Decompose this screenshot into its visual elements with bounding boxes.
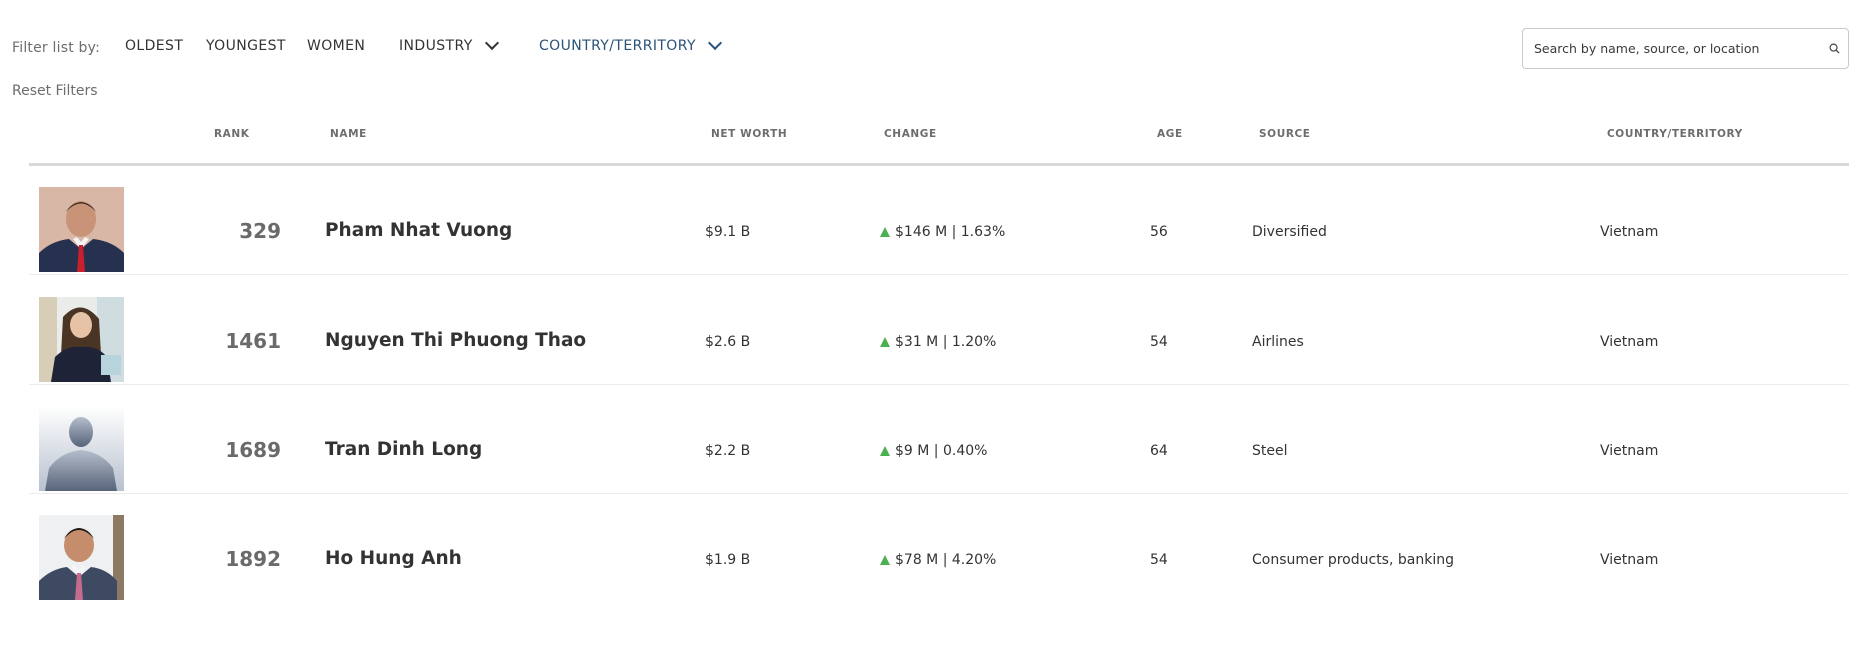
up-arrow-icon — [880, 555, 890, 565]
search-box — [1522, 28, 1849, 69]
reset-filters-link[interactable]: Reset Filters — [12, 83, 98, 99]
rank-value: 329 — [239, 219, 281, 243]
filter-industry-dropdown[interactable]: INDUSTRY — [399, 35, 499, 54]
up-arrow-icon — [880, 337, 890, 347]
silhouette-placeholder-icon — [39, 406, 124, 491]
search-input[interactable] — [1534, 29, 1824, 68]
table-row[interactable]: 1461 Nguyen Thi Phuong Thao $2.6 B $31 M… — [29, 276, 1849, 385]
filter-country-dropdown[interactable]: COUNTRY/TERRITORY — [539, 35, 722, 54]
change-value: $31 M | 1.20% — [880, 334, 996, 350]
person-photo-icon — [39, 297, 124, 382]
avatar[interactable] — [39, 297, 124, 382]
avatar[interactable] — [39, 515, 124, 600]
age-value: 54 — [1150, 334, 1168, 350]
filter-youngest-label: YOUNGEST — [206, 38, 286, 54]
source-value: Airlines — [1252, 334, 1304, 350]
age-value: 56 — [1150, 224, 1168, 240]
country-value: Vietnam — [1600, 334, 1659, 350]
filter-youngest-button[interactable]: YOUNGEST — [206, 38, 286, 54]
rank-value: 1689 — [225, 438, 281, 462]
source-value: Consumer products, banking — [1252, 552, 1454, 568]
chevron-down-icon — [707, 35, 722, 51]
avatar[interactable] — [39, 187, 124, 272]
filter-women-button[interactable]: WOMEN — [307, 38, 365, 54]
rank-value: 1892 — [225, 547, 281, 571]
change-value: $146 M | 1.63% — [880, 224, 1005, 240]
change-text: $146 M | 1.63% — [895, 224, 1006, 240]
chevron-down-icon — [484, 35, 499, 51]
source-value: Steel — [1252, 443, 1288, 459]
net-worth-value: $2.6 B — [705, 334, 751, 350]
table-header: RANK NAME NET WORTH CHANGE AGE SOURCE CO… — [0, 128, 1872, 144]
change-text: $31 M | 1.20% — [895, 334, 997, 350]
change-value: $9 M | 0.40% — [880, 443, 987, 459]
table-row[interactable]: 1689 Tran Dinh Long $2.2 B $9 M | 0.40% … — [29, 385, 1849, 494]
up-arrow-icon — [880, 227, 890, 237]
change-value: $78 M | 4.20% — [880, 552, 996, 568]
change-text: $78 M | 4.20% — [895, 552, 997, 568]
net-worth-value: $9.1 B — [705, 224, 751, 240]
net-worth-value: $1.9 B — [705, 552, 751, 568]
header-name[interactable]: NAME — [330, 128, 367, 140]
up-arrow-icon — [880, 446, 890, 456]
header-source[interactable]: SOURCE — [1259, 128, 1311, 140]
header-rank[interactable]: RANK — [214, 128, 250, 140]
table-row[interactable]: 1892 Ho Hung Anh $1.9 B $78 M | 4.20% 54… — [29, 494, 1849, 603]
person-name-link[interactable]: Ho Hung Anh — [325, 548, 462, 569]
country-value: Vietnam — [1600, 443, 1659, 459]
filter-bar: Filter list by: — [12, 38, 100, 58]
net-worth-value: $2.2 B — [705, 443, 751, 459]
change-text: $9 M | 0.40% — [895, 443, 988, 459]
filter-industry-label: INDUSTRY — [399, 38, 473, 54]
table-row[interactable]: 329 Pham Nhat Vuong $9.1 B $146 M | 1.63… — [29, 166, 1849, 275]
age-value: 64 — [1150, 443, 1168, 459]
person-name-link[interactable]: Nguyen Thi Phuong Thao — [325, 330, 586, 351]
header-age[interactable]: AGE — [1157, 128, 1183, 140]
filter-women-label: WOMEN — [307, 38, 366, 54]
person-name-link[interactable]: Pham Nhat Vuong — [325, 220, 512, 241]
filter-oldest-label: OLDEST — [125, 38, 184, 54]
filter-label: Filter list by: — [12, 40, 101, 56]
person-photo-icon — [39, 187, 124, 272]
person-photo-icon — [39, 515, 124, 600]
header-change[interactable]: CHANGE — [884, 128, 937, 140]
filter-oldest-button[interactable]: OLDEST — [125, 38, 183, 54]
person-name-link[interactable]: Tran Dinh Long — [325, 439, 482, 460]
filter-country-label: COUNTRY/TERRITORY — [539, 38, 696, 54]
country-value: Vietnam — [1600, 224, 1659, 240]
header-country[interactable]: COUNTRY/TERRITORY — [1607, 128, 1743, 140]
avatar[interactable] — [39, 406, 124, 491]
source-value: Diversified — [1252, 224, 1327, 240]
country-value: Vietnam — [1600, 552, 1659, 568]
rank-value: 1461 — [225, 329, 281, 353]
search-icon[interactable] — [1829, 43, 1840, 54]
header-net-worth[interactable]: NET WORTH — [711, 128, 787, 140]
age-value: 54 — [1150, 552, 1168, 568]
